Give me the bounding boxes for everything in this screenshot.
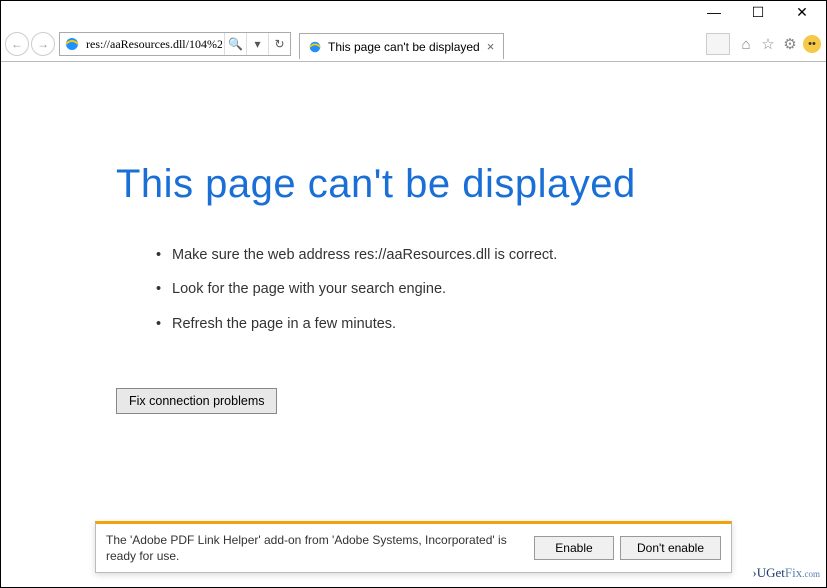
browser-toolbar: ← → 🔍 ▾ ↻ This page can't be displayed ×… [1,29,826,59]
tab-favicon-icon [306,38,324,56]
tab-title: This page can't be displayed [328,40,480,54]
favorites-icon[interactable]: ☆ [758,34,778,54]
dont-enable-addon-button[interactable]: Don't enable [620,536,721,560]
address-bar-container: 🔍 ▾ ↻ [59,32,291,56]
refresh-button[interactable]: ↻ [268,33,290,55]
suggestion-item: Look for the page with your search engin… [156,279,826,299]
search-button[interactable]: 🔍 [224,33,246,55]
addon-notification-bar: The 'Adobe PDF Link Helper' add-on from … [95,521,732,573]
browser-tab[interactable]: This page can't be displayed × [299,33,504,59]
suggestion-item: Make sure the web address res://aaResour… [156,245,826,265]
ie-logo-icon [63,35,81,53]
page-content: This page can't be displayed Make sure t… [1,62,826,414]
suggestion-item: Refresh the page in a few minutes. [156,314,826,334]
enable-addon-button[interactable]: Enable [534,536,614,560]
feedback-icon[interactable]: •• [802,34,822,54]
home-icon[interactable]: ⌂ [736,34,756,54]
address-dropdown[interactable]: ▾ [246,33,268,55]
settings-icon[interactable]: ⚙ [780,34,800,54]
maximize-button[interactable]: ☐ [736,1,780,23]
address-input[interactable] [84,37,224,52]
error-title: This page can't be displayed [116,162,826,207]
new-tab-button[interactable] [706,33,730,55]
back-button[interactable]: ← [5,32,29,56]
tab-close-button[interactable]: × [484,39,498,54]
error-suggestions: Make sure the web address res://aaResour… [116,245,826,334]
close-window-button[interactable]: ✕ [780,1,824,23]
watermark: ›UGetFix.com [752,565,820,581]
fix-connection-button[interactable]: Fix connection problems [116,388,277,414]
minimize-button[interactable]: — [692,1,736,23]
forward-button[interactable]: → [31,32,55,56]
notification-text: The 'Adobe PDF Link Helper' add-on from … [106,532,528,564]
window-titlebar: — ☐ ✕ [1,1,826,29]
